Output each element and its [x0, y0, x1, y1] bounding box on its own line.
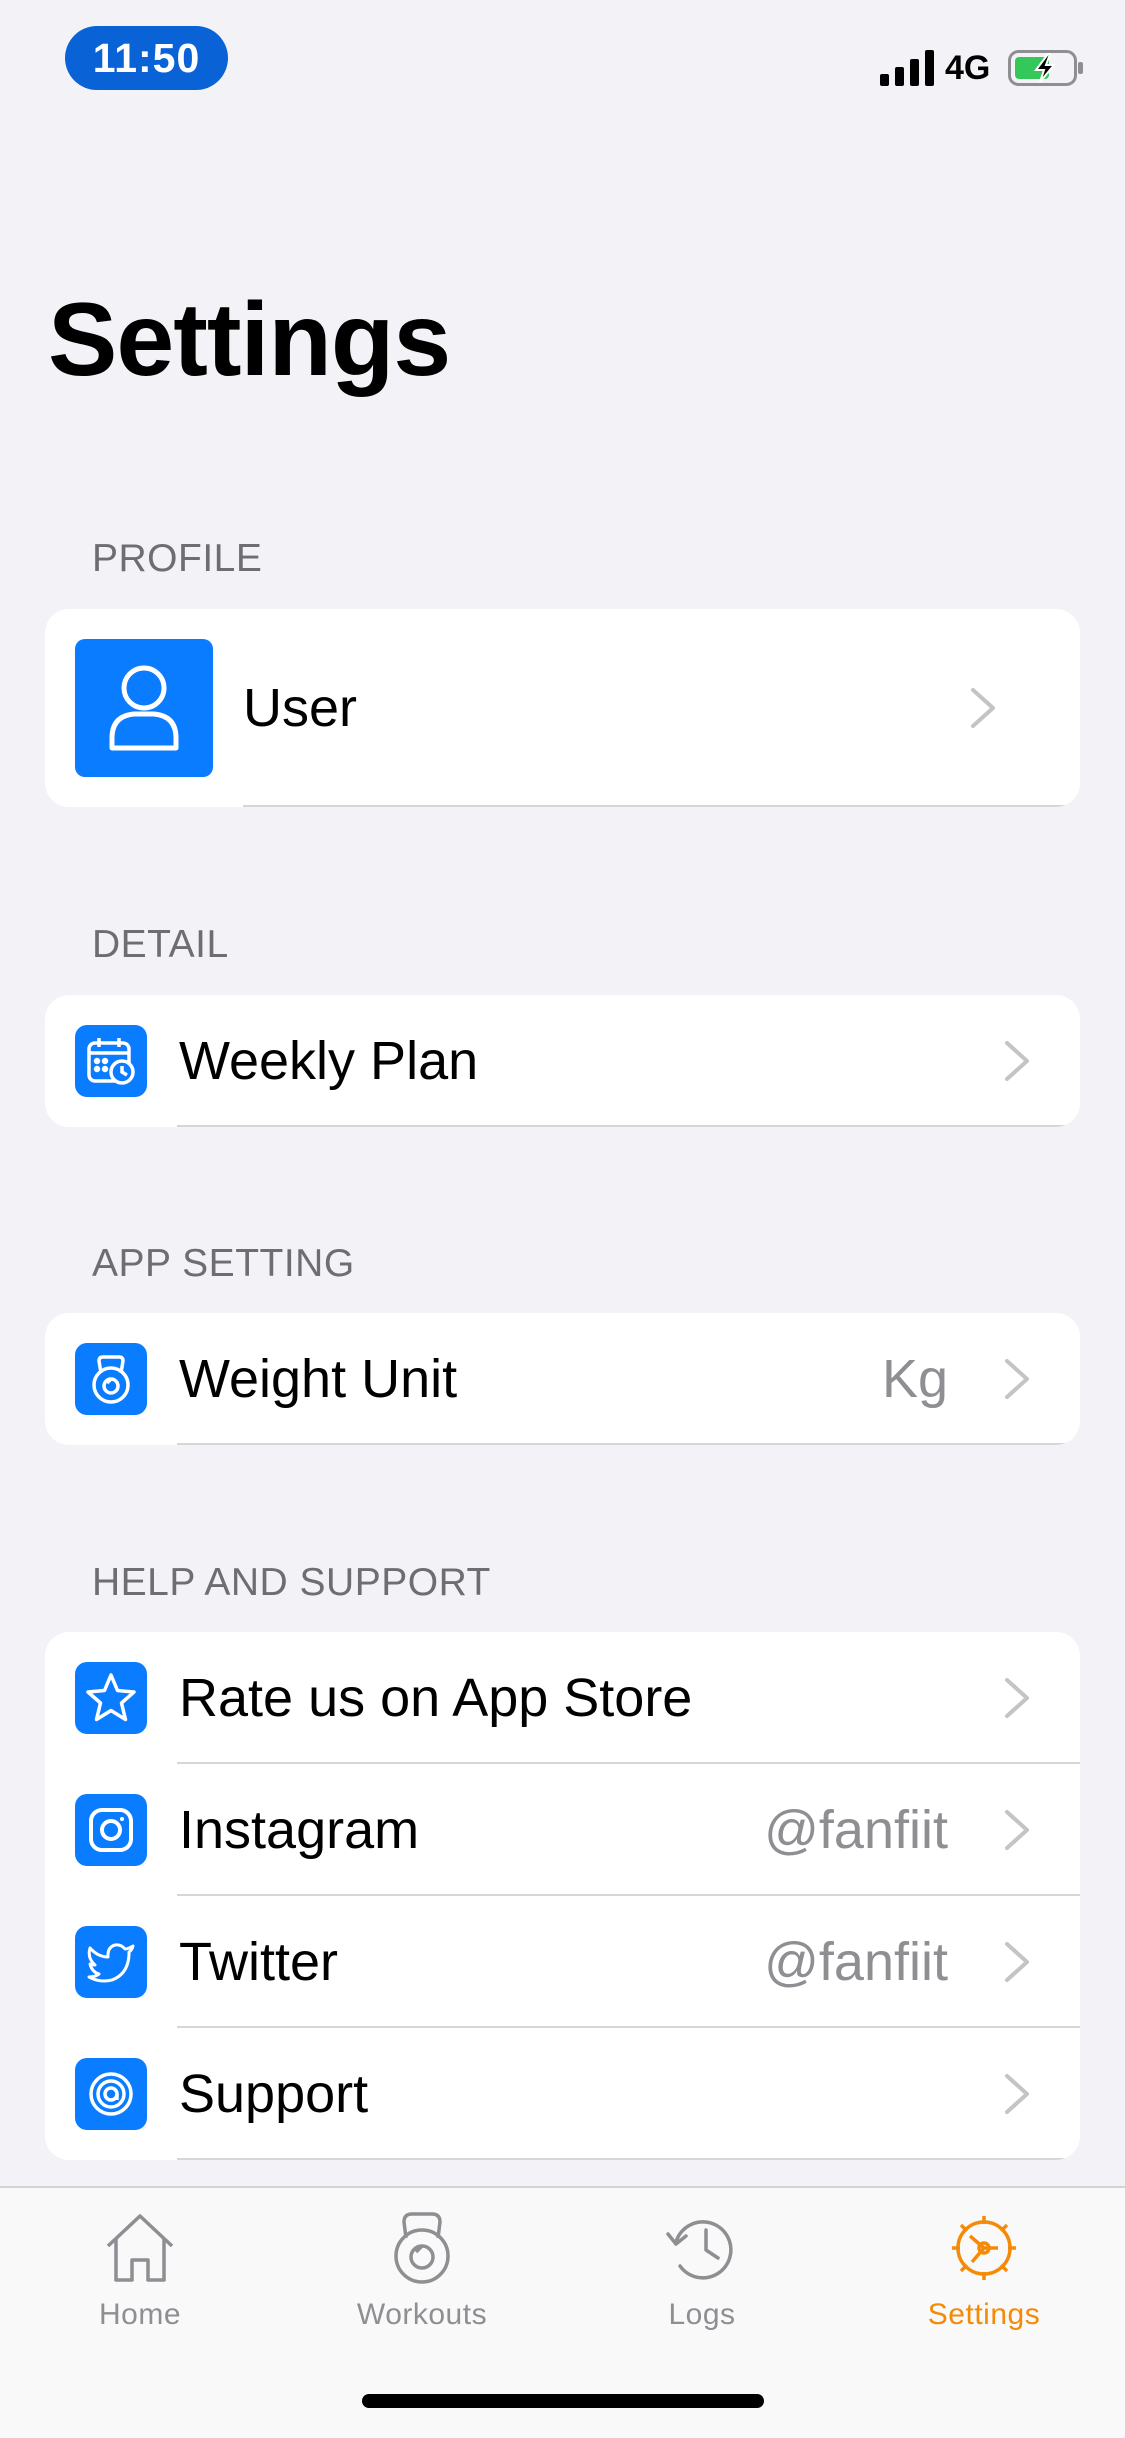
- cellular-signal-icon: [880, 50, 934, 86]
- weekly-plan-row[interactable]: Weekly Plan: [45, 995, 1080, 1127]
- section-header-help-support: HELP AND SUPPORT: [92, 1561, 491, 1604]
- status-time: 11:50: [65, 26, 228, 90]
- twitter-bird-icon: [75, 1926, 147, 1998]
- instagram-handle: @fanfiit: [764, 1800, 948, 1860]
- chevron-right-icon: [1005, 2074, 1029, 2114]
- chevron-right-icon: [971, 688, 995, 728]
- tab-settings-label: Settings: [927, 2298, 1041, 2331]
- kettlebell-icon: [75, 1343, 147, 1415]
- chevron-right-icon: [1005, 1678, 1029, 1718]
- instagram-label: Instagram: [179, 1800, 420, 1860]
- home-icon: [106, 2214, 174, 2282]
- user-label: User: [243, 678, 358, 738]
- instagram-icon: [75, 1794, 147, 1866]
- tab-workouts-label: Workouts: [356, 2298, 488, 2331]
- page-title: Settings: [48, 282, 451, 398]
- weight-unit-row[interactable]: Weight Unit Kg: [45, 1313, 1080, 1445]
- profile-card: User: [45, 609, 1080, 807]
- battery-charging-icon: [1008, 50, 1083, 86]
- network-type: 4G: [945, 49, 991, 87]
- chevron-right-icon: [1005, 1041, 1029, 1081]
- app-setting-card: Weight Unit Kg: [45, 1313, 1080, 1445]
- at-sign-icon: [75, 2058, 147, 2130]
- twitter-handle: @fanfiit: [764, 1932, 948, 1992]
- rate-app-row[interactable]: Rate us on App Store: [45, 1632, 1080, 1764]
- row-separator: [177, 1125, 1080, 1127]
- tab-logs-label: Logs: [668, 2298, 736, 2331]
- status-bar: 11:50 4G: [0, 0, 1125, 140]
- weekly-plan-label: Weekly Plan: [179, 1031, 479, 1091]
- section-header-app-setting: APP SETTING: [92, 1242, 355, 1285]
- row-separator: [177, 1443, 1080, 1445]
- tab-home[interactable]: Home: [40, 2208, 240, 2332]
- gear-icon: [952, 2216, 1016, 2280]
- chevron-right-icon: [1005, 1942, 1029, 1982]
- section-header-profile: PROFILE: [92, 537, 263, 580]
- chevron-right-icon: [1005, 1810, 1029, 1850]
- support-row[interactable]: Support: [45, 2028, 1080, 2160]
- help-support-card: Rate us on App Store Instagram @fanfiit …: [45, 1632, 1080, 2160]
- weight-unit-value: Kg: [881, 1349, 948, 1409]
- tab-workouts[interactable]: Workouts: [322, 2208, 522, 2332]
- row-separator: [177, 2158, 1080, 2160]
- person-icon: [75, 639, 213, 777]
- kettlebell-icon: [394, 2212, 450, 2284]
- tab-settings[interactable]: Settings: [884, 2208, 1084, 2332]
- rate-app-label: Rate us on App Store: [179, 1668, 693, 1728]
- home-indicator[interactable]: [362, 2394, 764, 2408]
- weight-unit-label: Weight Unit: [179, 1349, 458, 1409]
- tab-logs[interactable]: Logs: [602, 2208, 802, 2332]
- tab-home-label: Home: [98, 2298, 182, 2331]
- calendar-clock-icon: [75, 1025, 147, 1097]
- detail-card: Weekly Plan: [45, 995, 1080, 1127]
- twitter-label: Twitter: [179, 1932, 339, 1992]
- row-separator: [243, 805, 1080, 807]
- instagram-row[interactable]: Instagram @fanfiit: [45, 1764, 1080, 1896]
- user-row[interactable]: User: [45, 609, 1080, 807]
- star-icon: [75, 1662, 147, 1734]
- twitter-row[interactable]: Twitter @fanfiit: [45, 1896, 1080, 2028]
- support-label: Support: [179, 2064, 369, 2124]
- chevron-right-icon: [1005, 1359, 1029, 1399]
- section-header-detail: DETAIL: [92, 923, 229, 966]
- history-clock-icon: [666, 2220, 733, 2280]
